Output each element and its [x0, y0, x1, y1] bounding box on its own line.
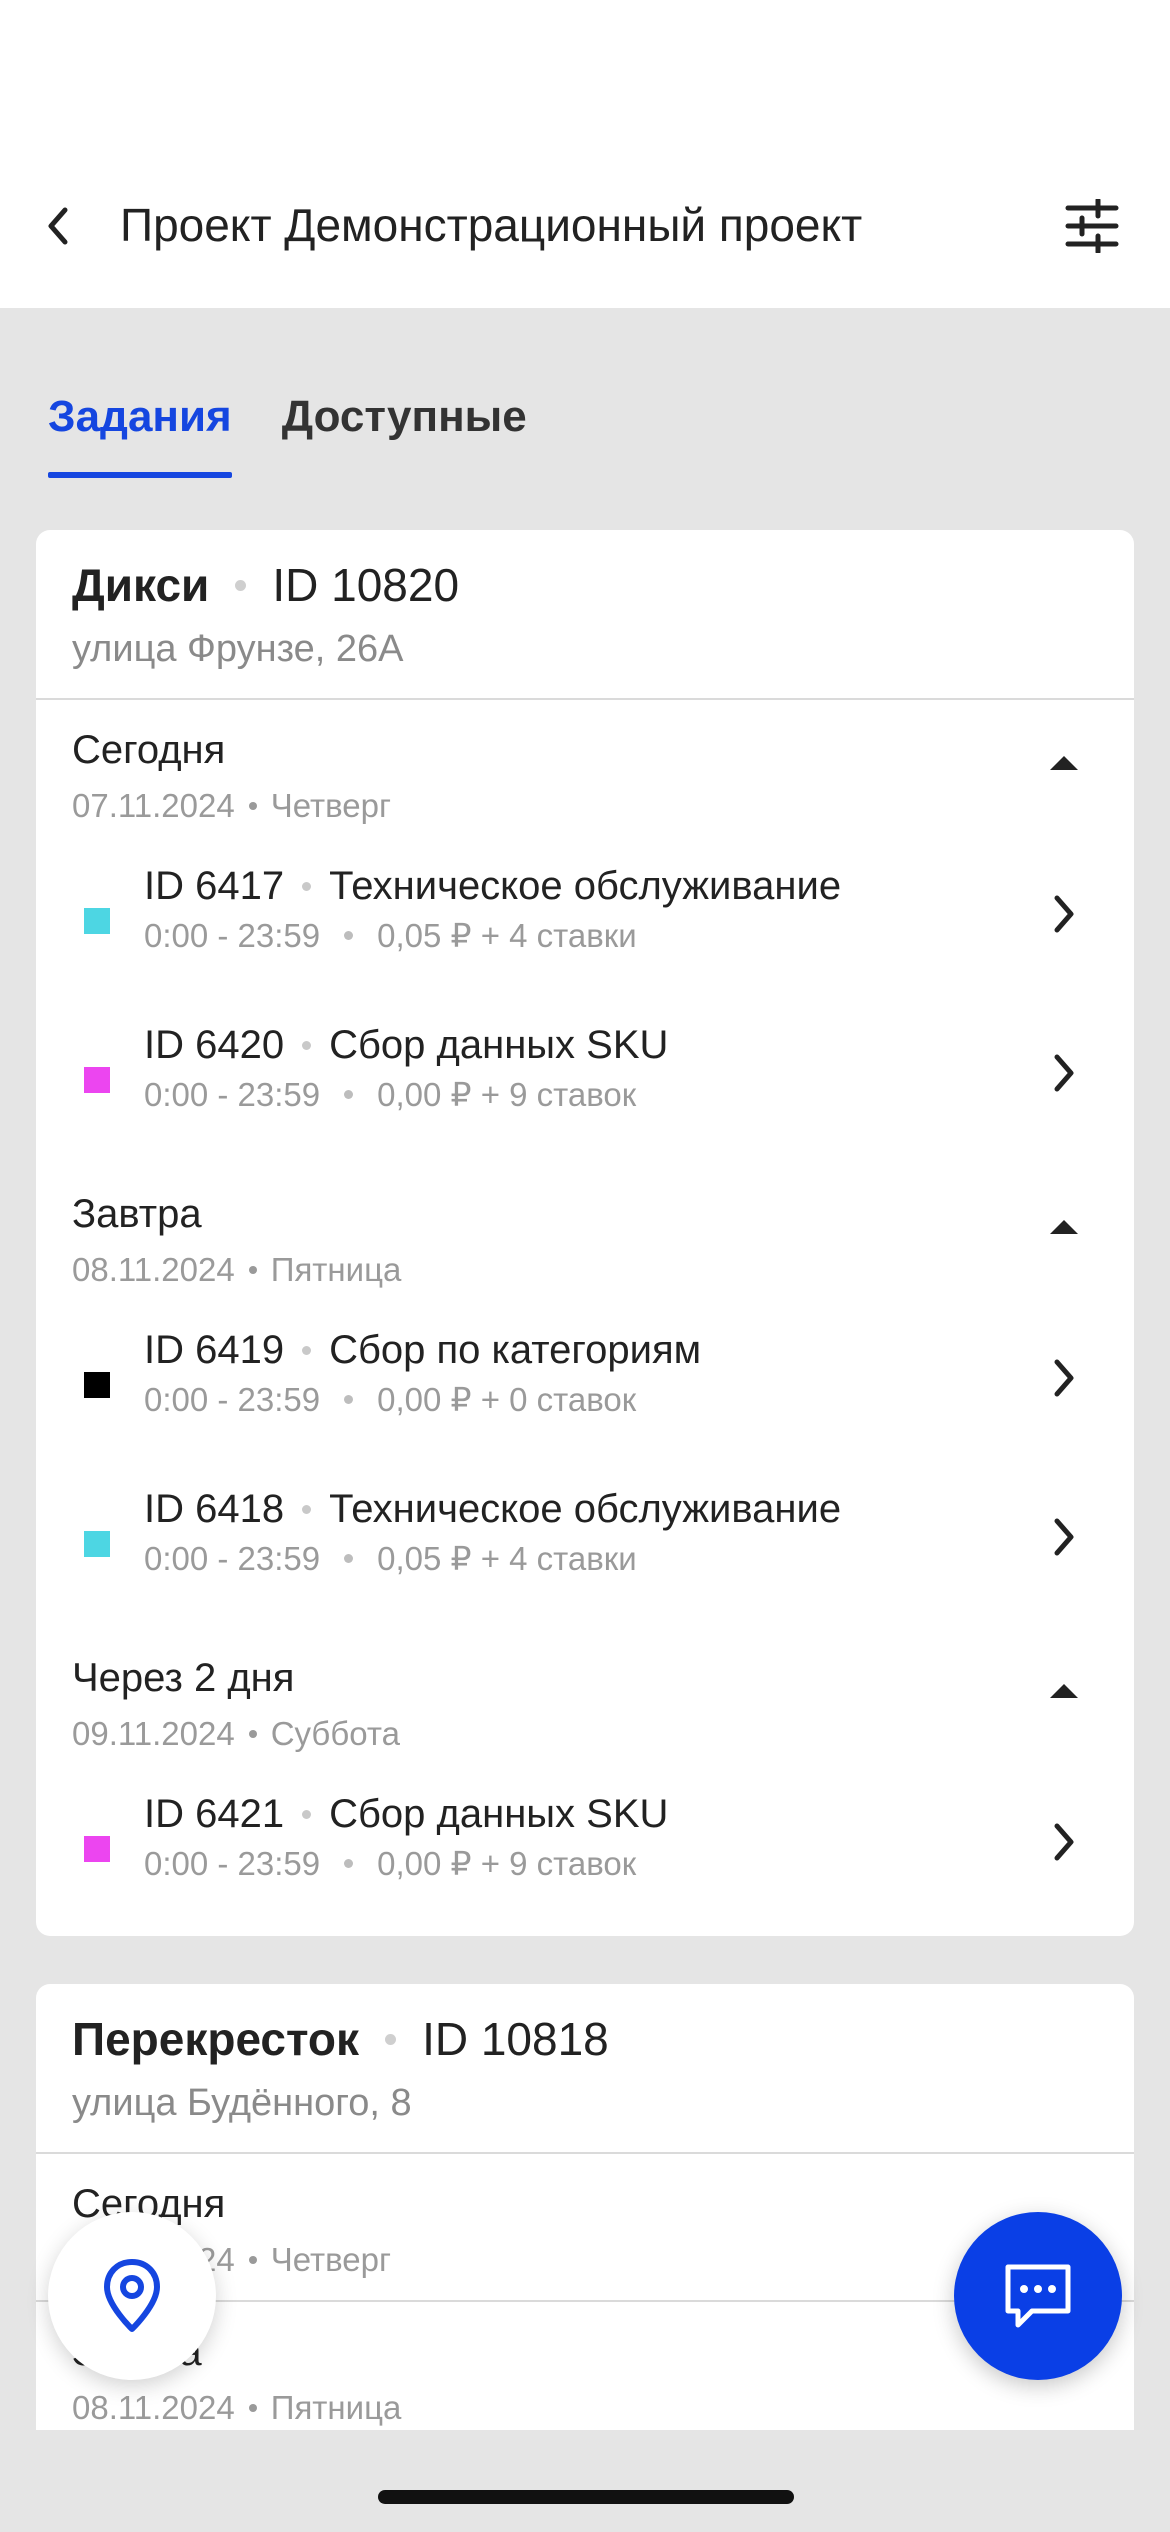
separator-dot — [302, 1346, 312, 1355]
separator-dot — [302, 1810, 312, 1819]
separator-dot — [235, 579, 247, 591]
task-time: 0:00 - 23:59 — [144, 1380, 321, 1418]
store-address: улица Будённого, 8 — [72, 2082, 412, 2124]
store-id: ID 10820 — [272, 559, 460, 611]
separator-dot — [248, 1266, 257, 1274]
task-color-marker — [84, 1067, 110, 1093]
caret-up-icon[interactable] — [1050, 1220, 1078, 1234]
task-name: Сбор данных SKU — [329, 1792, 669, 1836]
chevron-right-icon — [1054, 1518, 1074, 1556]
tab-bar: Задания Доступные — [48, 380, 527, 480]
separator-dot — [302, 1041, 312, 1050]
separator-dot — [302, 882, 312, 891]
store-card: Дикси ID 10820 улица Фрунзе, 26А Сегодня… — [36, 530, 1134, 1936]
day-header-tomorrow[interactable]: Завтра 08.11.2024 Пятница — [36, 1164, 1134, 1310]
home-indicator — [378, 2490, 794, 2504]
separator-dot — [344, 1554, 354, 1563]
map-button[interactable] — [48, 2212, 216, 2380]
chevron-right-icon — [1054, 1054, 1074, 1092]
task-id: ID 6418 — [144, 1487, 285, 1531]
task-time: 0:00 - 23:59 — [144, 1075, 321, 1113]
chat-bubble-icon — [1005, 2264, 1071, 2328]
bottom-safe-area — [0, 2430, 1170, 2532]
task-row[interactable]: ID 6419 Сбор по категориям 0:00 - 23:59 … — [36, 1310, 1134, 1469]
store-name: Дикси — [72, 559, 210, 611]
day-date: 08.11.2024 — [72, 2389, 235, 2426]
chevron-right-icon — [1054, 895, 1074, 933]
sliders-icon — [1065, 199, 1119, 253]
page-title: Проект Демонстрационный проект — [120, 199, 863, 251]
separator-dot — [248, 2404, 257, 2412]
day-weekday: Пятница — [270, 1251, 402, 1288]
day-title: Завтра — [72, 1192, 202, 1236]
separator-dot — [248, 1730, 257, 1738]
chevron-right-icon — [1054, 1823, 1074, 1861]
store-address: улица Фрунзе, 26А — [72, 628, 404, 670]
day-date: 09.11.2024 — [72, 1715, 235, 1752]
separator-dot — [344, 1395, 354, 1404]
task-name: Сбор данных SKU — [329, 1023, 669, 1067]
day-header-today[interactable]: Сегодня 07.11.2024 Четверг — [36, 700, 1134, 846]
day-title: Через 2 дня — [72, 1656, 295, 1700]
caret-up-icon[interactable] — [1050, 756, 1078, 770]
day-header-in-2-days[interactable]: Через 2 дня 09.11.2024 Суббота — [36, 1628, 1134, 1774]
task-reward: 0,05 ₽ + 4 ставки — [377, 917, 637, 954]
task-row[interactable]: ID 6420 Сбор данных SKU 0:00 - 23:59 0,0… — [36, 1005, 1134, 1164]
task-reward: 0,00 ₽ + 9 ставок — [377, 1845, 637, 1882]
task-name: Техническое обслуживание — [329, 864, 842, 908]
task-row[interactable]: ID 6417 Техническое обслуживание 0:00 - … — [36, 846, 1134, 1005]
store-header[interactable]: Дикси ID 10820 улица Фрунзе, 26А — [36, 530, 1134, 700]
project-screen: Проект Демонстрационный проект Задания Д… — [0, 0, 1170, 2532]
tab-tasks[interactable]: Задания — [48, 380, 232, 480]
day-title: Сегодня — [72, 2182, 226, 2226]
task-id: ID 6421 — [144, 1792, 285, 1836]
task-name: Сбор по категориям — [329, 1328, 702, 1372]
separator-dot — [344, 931, 354, 940]
task-reward: 0,05 ₽ + 4 ставки — [377, 1540, 637, 1577]
task-time: 0:00 - 23:59 — [144, 916, 321, 954]
day-title: Сегодня — [72, 728, 226, 772]
store-name: Перекресток — [72, 2013, 360, 2065]
day-weekday: Пятница — [270, 2389, 402, 2426]
day-date: 08.11.2024 — [72, 1251, 235, 1288]
task-reward: 0,00 ₽ + 9 ставок — [377, 1076, 637, 1113]
filter-button[interactable] — [1060, 190, 1124, 262]
map-pin-icon — [104, 2259, 160, 2332]
app-header: Проект Демонстрационный проект — [0, 0, 1170, 308]
task-time: 0:00 - 23:59 — [144, 1539, 321, 1577]
task-time: 0:00 - 23:59 — [144, 1844, 321, 1882]
day-date: 07.11.2024 — [72, 787, 235, 824]
task-id: ID 6420 — [144, 1023, 285, 1067]
task-color-marker — [84, 1372, 110, 1398]
day-weekday: Суббота — [270, 1715, 400, 1752]
store-header[interactable]: Перекресток ID 10818 улица Будённого, 8 — [36, 1984, 1134, 2154]
task-color-marker — [84, 908, 110, 934]
back-button[interactable] — [30, 190, 86, 262]
separator-dot — [248, 802, 257, 810]
task-row[interactable]: ID 6421 Сбор данных SKU 0:00 - 23:59 0,0… — [36, 1774, 1134, 1933]
chevron-left-icon — [48, 207, 68, 245]
store-id: ID 10818 — [422, 2013, 609, 2065]
separator-dot — [344, 1090, 354, 1099]
day-weekday: Четверг — [270, 787, 391, 824]
separator-dot — [302, 1505, 312, 1514]
separator-dot — [248, 2256, 257, 2264]
separator-dot — [385, 2033, 397, 2045]
store-card: Перекресток ID 10818 улица Будённого, 8 … — [36, 1984, 1134, 2430]
task-id: ID 6419 — [144, 1328, 285, 1372]
task-row[interactable]: ID 6418 Техническое обслуживание 0:00 - … — [36, 1469, 1134, 1628]
task-color-marker — [84, 1531, 110, 1557]
separator-dot — [344, 1859, 354, 1868]
chat-button[interactable] — [954, 2212, 1122, 2380]
tab-available[interactable]: Доступные — [282, 380, 527, 480]
task-reward: 0,00 ₽ + 0 ставок — [377, 1381, 637, 1418]
task-color-marker — [84, 1836, 110, 1862]
chevron-right-icon — [1054, 1359, 1074, 1397]
day-weekday: Четверг — [270, 2241, 391, 2278]
task-id: ID 6417 — [144, 864, 285, 908]
day-title: Завтра — [72, 2330, 1098, 2375]
task-name: Техническое обслуживание — [329, 1487, 842, 1531]
caret-up-icon[interactable] — [1050, 1684, 1078, 1698]
